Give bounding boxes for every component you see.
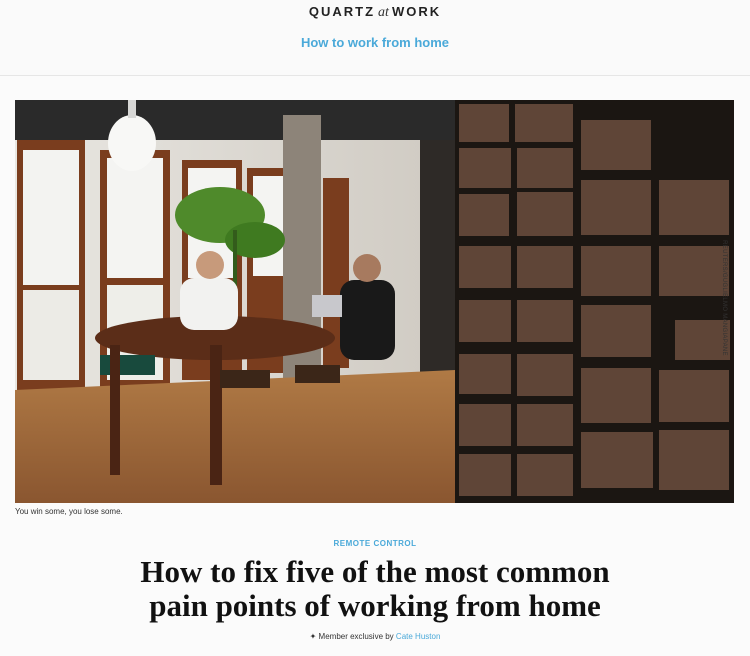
article-byline: ✦ Member exclusive by Cate Huston xyxy=(0,632,750,641)
image-caption: You win some, you lose some. xyxy=(15,507,123,516)
headline-line-1: How to fix five of the most common xyxy=(140,554,610,589)
headline-line-2: pain points of working from home xyxy=(149,588,601,623)
kicker-label: REMOTE CONTROL xyxy=(333,539,417,548)
article-kicker[interactable]: REMOTE CONTROL xyxy=(0,539,750,548)
section-link-work-from-home[interactable]: How to work from home xyxy=(0,35,750,50)
member-star-icon: ✦ xyxy=(309,632,317,641)
byline-prefix: Member exclusive by xyxy=(318,632,394,641)
author-link[interactable]: Cate Huston xyxy=(396,632,440,641)
site-logo[interactable]: QUARTZ at WORK xyxy=(0,4,750,21)
brand-work: WORK xyxy=(391,4,442,19)
article-headline: How to fix five of the most common pain … xyxy=(0,555,750,623)
photo-credit: REUTERS/GUGLIELMO MANGIAPANE xyxy=(721,240,728,356)
hero-image: REUTERS/GUGLIELMO MANGIAPANE xyxy=(15,100,734,503)
brand-at: at xyxy=(378,5,389,20)
hero-photo-illustration xyxy=(15,100,734,503)
brand-quartz: QUARTZ xyxy=(308,4,376,19)
site-header: QUARTZ at WORK How to work from home xyxy=(0,0,750,76)
